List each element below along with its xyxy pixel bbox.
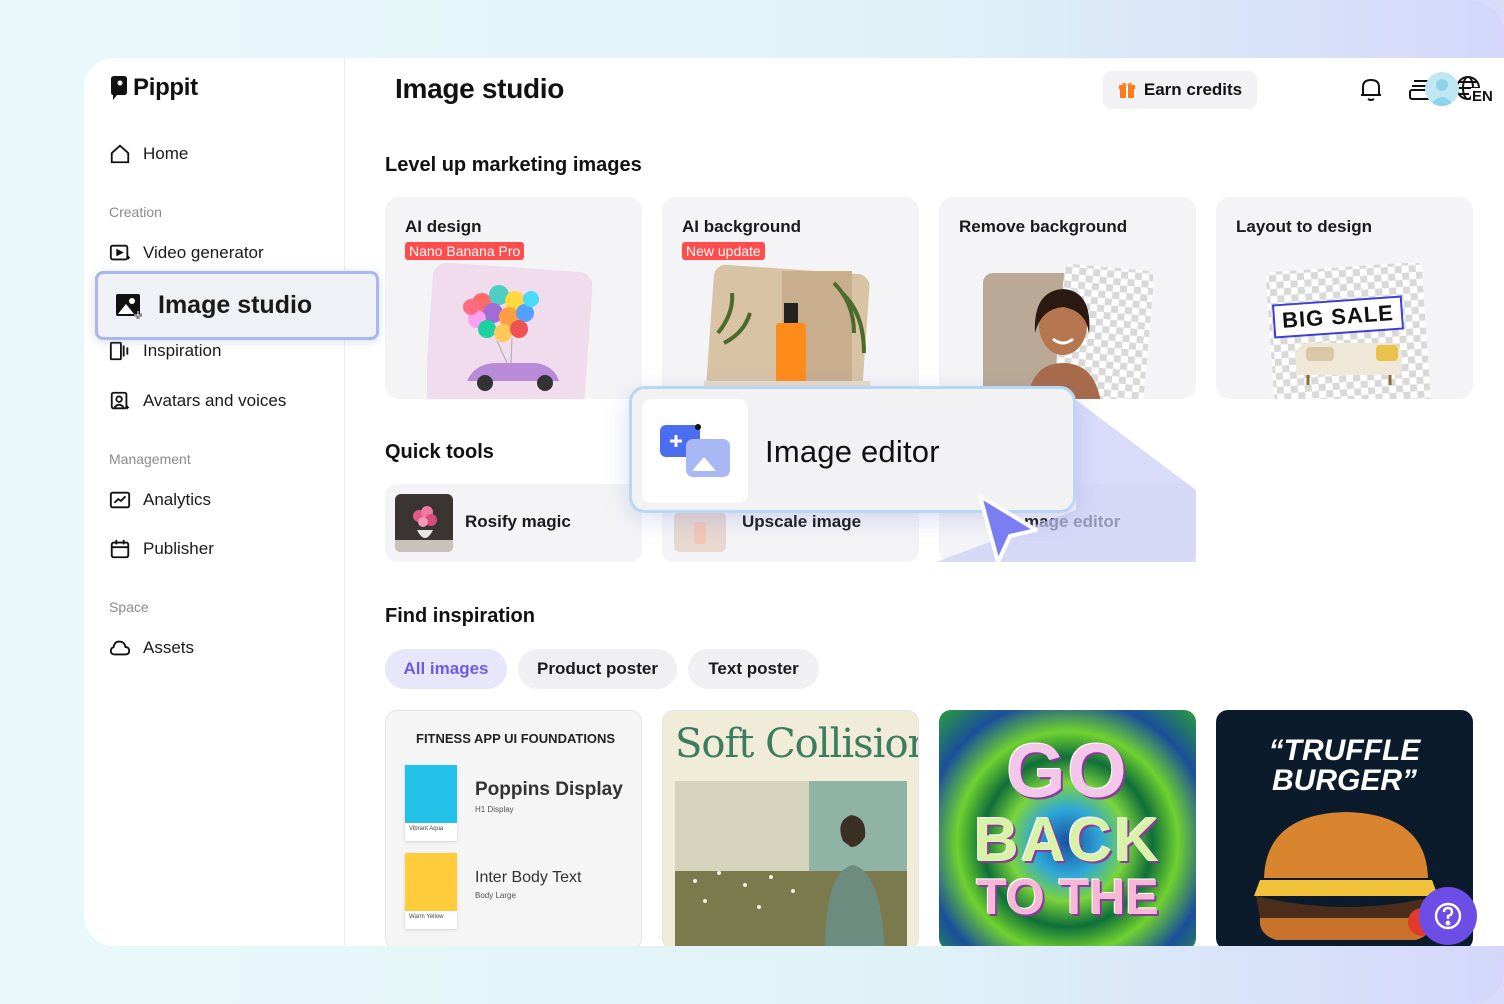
swatch-aqua: Vibrant Aqua (405, 765, 457, 841)
font-sample-poppins-sub: H1 Display (475, 805, 514, 814)
card-ai-background[interactable]: AI background New update (662, 197, 919, 399)
cursor-pointer-icon (978, 494, 1038, 564)
field-photo (675, 781, 907, 946)
user-avatar[interactable] (1425, 72, 1459, 106)
image-editor-label: Image editor (765, 434, 940, 469)
truffle-text: “TRUFFLE BURGER” (1216, 736, 1473, 796)
tool-rosify-magic[interactable]: Rosify magic (385, 484, 642, 562)
sidebar-item-label: Inspiration (143, 341, 222, 360)
go-back-text: GO BACK TO THE (939, 729, 1196, 925)
section-heading-inspiration: Find inspiration (385, 605, 535, 627)
gift-icon (1118, 82, 1135, 98)
inspiration-icon (109, 341, 129, 361)
image-editor-thumbnail (642, 399, 748, 503)
perfume-image (704, 264, 870, 399)
chip-text-poster[interactable]: Text poster (688, 649, 819, 689)
question-mark-icon (1434, 902, 1462, 930)
tool-label: Upscale image (742, 512, 862, 531)
section-label-space: Space (109, 599, 149, 615)
chip-all-images[interactable]: All images (385, 649, 507, 689)
swatch-label: Vibrant Aqua (409, 826, 444, 832)
upscale-thumbnail (674, 512, 726, 552)
soft-collision-title: Soft Collision (675, 721, 919, 767)
swatch-yellow: Warm Yellow (405, 853, 457, 929)
section-heading-marketing: Level up marketing images (385, 154, 642, 176)
bell-icon[interactable] (1356, 74, 1386, 104)
font-sample-inter: Inter Body Text (475, 869, 582, 886)
card-ai-design[interactable]: AI design Nano Banana Pro (385, 197, 642, 399)
pippit-logo-icon (111, 76, 127, 100)
earn-credits-label: Earn credits (1143, 80, 1243, 99)
section-heading-quick-tools: Quick tools (385, 441, 494, 463)
burger-image (1254, 812, 1438, 940)
sidebar: Pippit Home Creation Video generator Ins… (84, 58, 345, 946)
sidebar-item-label: Video generator (143, 243, 264, 262)
sidebar-item-label: Home (143, 144, 189, 163)
home-icon (110, 144, 130, 164)
tothe-line: TO THE (976, 869, 1159, 925)
sidebar-item-label: Publisher (143, 539, 214, 558)
help-button[interactable] (1419, 887, 1477, 945)
big-sale-text: BIG SALE (1281, 300, 1395, 333)
portrait-image (983, 264, 1153, 399)
image-editor-icon (660, 424, 730, 477)
sidebar-item-assets[interactable]: Assets (109, 637, 194, 659)
card-remove-background[interactable]: Remove background (939, 197, 1196, 399)
sidebar-item-label: Image studio (158, 291, 313, 319)
balloon-car-image (427, 263, 593, 399)
language-code: EN (1471, 88, 1494, 105)
sidebar-item-label: Analytics (143, 490, 212, 509)
sidebar-item-home[interactable]: Home (109, 143, 188, 165)
inspiration-card-go-back[interactable]: GO BACK TO THE (939, 710, 1196, 946)
sidebar-item-publisher[interactable]: Publisher (109, 538, 214, 560)
sidebar-item-analytics[interactable]: Analytics (109, 489, 211, 511)
sidebar-item-avatars[interactable]: Avatars and voices (109, 390, 286, 412)
avatar-voice-icon (110, 391, 130, 410)
card-title: AI design (405, 217, 482, 236)
cloud-icon (109, 640, 131, 656)
go-line: GO (1006, 729, 1129, 814)
fitness-card-title: FITNESS APP UI FOUNDATIONS (416, 731, 616, 746)
section-label-creation: Creation (109, 204, 162, 220)
language-switcher[interactable]: EN (1454, 74, 1494, 105)
video-generator-icon (109, 244, 131, 261)
user-icon (1430, 79, 1454, 106)
sidebar-item-label: Assets (143, 638, 195, 657)
card-layout-to-design[interactable]: Layout to design BIG SALE (1216, 197, 1473, 399)
page-title: Image studio (395, 73, 565, 104)
back-line: BACK (973, 806, 1162, 875)
section-label-management: Management (109, 451, 191, 467)
badge-new-update: New update (682, 242, 765, 260)
screen-frame: Pippit Home Creation Video generator Ins… (0, 0, 1504, 1004)
upscale-image (674, 512, 726, 552)
sidebar-item-image-studio[interactable]: Image studio (95, 271, 379, 340)
card-title: Layout to design (1236, 217, 1372, 236)
calendar-icon (110, 539, 130, 559)
rosify-thumbnail (395, 494, 453, 552)
analytics-icon (109, 491, 131, 509)
inspiration-card-soft-collision[interactable]: Soft Collision (662, 710, 919, 946)
truffle-line2: BURGER” (1271, 764, 1417, 797)
sidebar-item-inspiration[interactable]: Inspiration (109, 340, 221, 362)
sidebar-item-video-generator[interactable]: Video generator (109, 242, 264, 264)
badge-nano-banana: Nano Banana Pro (405, 242, 525, 260)
inspiration-card-fitness[interactable]: FITNESS APP UI FOUNDATIONS Vibrant Aqua … (385, 710, 642, 946)
card-title: AI background (682, 217, 802, 236)
truffle-line1: “TRUFFLE (1268, 734, 1421, 767)
font-sample-inter-sub: Body Large (475, 891, 516, 900)
swatch-label: Warm Yellow (409, 914, 444, 920)
image-studio-icon (116, 293, 142, 319)
font-sample-poppins: Poppins Display (475, 779, 623, 800)
brand-name: Pippit (133, 74, 198, 101)
earn-credits-button[interactable]: Earn credits (1103, 71, 1257, 109)
chip-product-poster[interactable]: Product poster (518, 649, 677, 689)
sidebar-item-label: Avatars and voices (143, 391, 287, 410)
brand-logo[interactable]: Pippit (109, 74, 198, 102)
tool-label: Rosify magic (465, 512, 571, 531)
card-title: Remove background (959, 217, 1128, 236)
flower-vase-image (395, 494, 453, 552)
